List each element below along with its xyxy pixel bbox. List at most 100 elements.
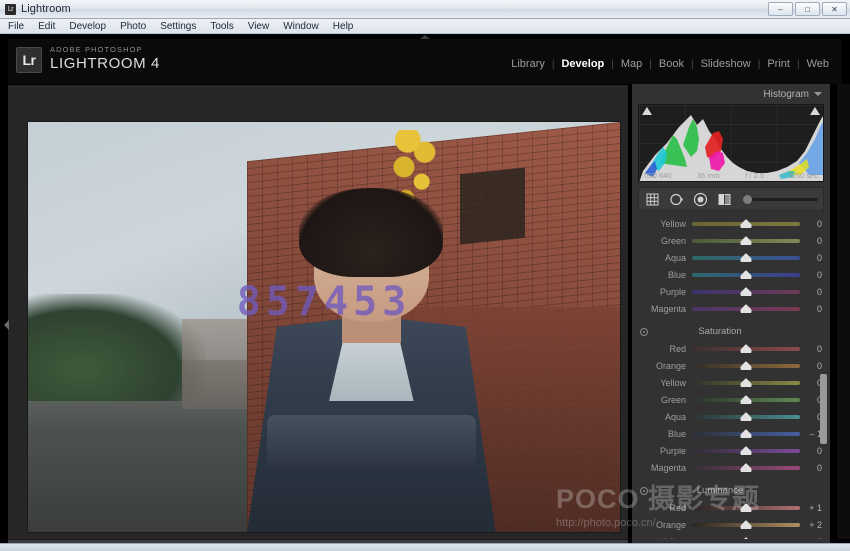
slider-row-luminance-orange[interactable]: Orange+ 2 (632, 516, 830, 533)
adjustment-brush-slider[interactable] (743, 195, 818, 204)
slider-handle[interactable] (741, 270, 752, 279)
slider-handle[interactable] (741, 378, 752, 387)
slider-value[interactable]: 0 (800, 446, 830, 456)
slider-row-luminance-red[interactable]: Red + 1 (632, 499, 830, 516)
slider-track[interactable] (692, 364, 800, 368)
menu-item-help[interactable]: Help (333, 21, 354, 32)
slider-handle[interactable] (741, 219, 752, 228)
menu-item-settings[interactable]: Settings (160, 21, 196, 32)
red-eye-icon[interactable] (692, 191, 709, 208)
module-web[interactable]: Web (800, 58, 836, 70)
minimize-button[interactable]: – (768, 2, 793, 16)
slider-row-saturation-aqua[interactable]: Aqua0 (632, 408, 830, 425)
module-develop[interactable]: Develop (554, 58, 611, 70)
shadow-clipping-indicator[interactable] (642, 107, 652, 115)
slider-value[interactable]: 0 (800, 253, 830, 263)
crop-overlay-icon[interactable] (644, 191, 661, 208)
slider-value[interactable]: 0 (800, 361, 830, 371)
module-slideshow[interactable]: Slideshow (694, 58, 758, 70)
slider-row-hue-aqua[interactable]: Aqua0 (632, 249, 830, 266)
module-map[interactable]: Map (614, 58, 649, 70)
module-library[interactable]: Library (504, 58, 552, 70)
histogram-header[interactable]: Histogram (632, 84, 830, 104)
slider-track[interactable] (692, 290, 800, 294)
slider-handle[interactable] (741, 253, 752, 262)
photo-preview[interactable]: 857453 (28, 122, 620, 532)
slider-track[interactable] (692, 239, 800, 243)
slider-row-hue-magenta[interactable]: Magenta0 (632, 300, 830, 317)
highlight-clipping-indicator[interactable] (810, 107, 820, 115)
slider-handle[interactable] (741, 395, 752, 404)
slider-track[interactable] (692, 256, 800, 260)
left-panel-collapse-arrow[interactable] (2, 317, 10, 333)
slider-row-saturation-blue[interactable]: Blue– 1 (632, 425, 830, 442)
menu-item-window[interactable]: Window (283, 21, 319, 32)
slider-row-saturation-green[interactable]: Green0 (632, 391, 830, 408)
brush-slider-knob[interactable] (743, 195, 752, 204)
slider-row-saturation-orange[interactable]: Orange0 (632, 357, 830, 374)
slider-handle[interactable] (741, 236, 752, 245)
slider-value[interactable]: 0 (800, 219, 830, 229)
slider-label: Red (636, 503, 692, 513)
slider-value[interactable]: 0 (800, 236, 830, 246)
slider-handle[interactable] (741, 520, 752, 529)
histogram-panel[interactable]: ISO 640 35 mm f / 2.5 1/50 sec (638, 104, 824, 182)
slider-row-hue-yellow[interactable]: Yellow0 (632, 215, 830, 232)
brush-slider-track[interactable] (752, 198, 818, 201)
slider-value[interactable]: + 1 (800, 503, 830, 513)
slider-handle[interactable] (741, 304, 752, 313)
module-book[interactable]: Book (652, 58, 691, 70)
spot-removal-icon[interactable] (668, 191, 685, 208)
menu-item-photo[interactable]: Photo (120, 21, 146, 32)
menu-item-develop[interactable]: Develop (69, 21, 106, 32)
slider-row-hue-purple[interactable]: Purple0 (632, 283, 830, 300)
slider-track[interactable] (692, 432, 800, 436)
target-adjust-icon[interactable] (640, 487, 648, 495)
slider-track[interactable] (692, 307, 800, 311)
graduated-filter-icon[interactable] (716, 191, 733, 208)
menu-item-tools[interactable]: Tools (210, 21, 233, 32)
slider-row-hue-green[interactable]: Green0 (632, 232, 830, 249)
slider-handle[interactable] (741, 287, 752, 296)
slider-label: Yellow (636, 378, 692, 388)
slider-row-saturation-purple[interactable]: Purple0 (632, 442, 830, 459)
slider-value[interactable]: 0 (800, 287, 830, 297)
slider-handle[interactable] (741, 463, 752, 472)
slider-handle[interactable] (741, 361, 752, 370)
slider-value[interactable]: + 2 (800, 520, 830, 530)
hsl-slider-groups: Yellow0Green0Aqua0Blue0Purple0Magenta0Sa… (632, 215, 830, 539)
module-print[interactable]: Print (760, 58, 797, 70)
slider-value[interactable]: 0 (800, 270, 830, 280)
slider-track[interactable] (692, 273, 800, 277)
slider-track[interactable] (692, 415, 800, 419)
slider-track[interactable] (692, 523, 800, 527)
slider-track[interactable] (692, 466, 800, 470)
slider-row-saturation-yellow[interactable]: Yellow0 (632, 374, 830, 391)
slider-handle[interactable] (741, 446, 752, 455)
menu-item-view[interactable]: View (248, 21, 270, 32)
slider-handle[interactable] (741, 412, 752, 421)
slider-track[interactable] (692, 381, 800, 385)
slider-handle[interactable] (741, 429, 752, 438)
menu-item-edit[interactable]: Edit (38, 21, 55, 32)
close-button[interactable]: ✕ (822, 2, 847, 16)
slider-row-saturation-red[interactable]: Red0 (632, 340, 830, 357)
exif-aperture: f / 2.5 (745, 171, 764, 180)
slider-value[interactable]: 0 (800, 304, 830, 314)
slider-handle[interactable] (741, 503, 752, 512)
menu-item-file[interactable]: File (8, 21, 24, 32)
slider-handle[interactable] (741, 344, 752, 353)
slider-track[interactable] (692, 449, 800, 453)
right-panel-scrollbar[interactable] (820, 374, 827, 444)
slider-row-hue-blue[interactable]: Blue0 (632, 266, 830, 283)
chevron-down-icon[interactable] (814, 92, 822, 96)
slider-track[interactable] (692, 222, 800, 226)
slider-track[interactable] (692, 506, 800, 510)
slider-value[interactable]: 0 (800, 344, 830, 354)
slider-value[interactable]: 0 (800, 463, 830, 473)
slider-row-saturation-magenta[interactable]: Magenta0 (632, 459, 830, 476)
maximize-button[interactable]: □ (795, 2, 820, 16)
slider-track[interactable] (692, 347, 800, 351)
slider-track[interactable] (692, 398, 800, 402)
target-adjust-icon[interactable] (640, 328, 648, 336)
